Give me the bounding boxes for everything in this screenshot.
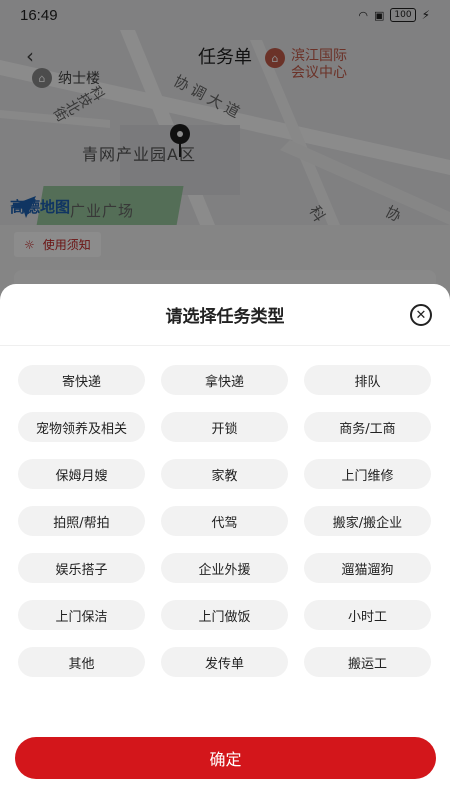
option-7[interactable]: 家教 [161, 459, 288, 489]
option-16[interactable]: 上门做饭 [161, 600, 288, 630]
option-18[interactable]: 其他 [18, 647, 145, 677]
option-15[interactable]: 上门保洁 [18, 600, 145, 630]
option-3[interactable]: 宠物领养及相关 [18, 412, 145, 442]
option-1[interactable]: 拿快递 [161, 365, 288, 395]
option-6[interactable]: 保姆月嫂 [18, 459, 145, 489]
option-5[interactable]: 商务/工商 [304, 412, 431, 442]
confirm-button[interactable]: 确定 [15, 737, 436, 779]
sheet-header: 请选择任务类型 ✕ [0, 284, 450, 346]
task-type-options: 寄快递 拿快递 排队 宠物领养及相关 开锁 商务/工商 保姆月嫂 家教 上门维修… [18, 365, 432, 677]
option-8[interactable]: 上门维修 [304, 459, 431, 489]
option-17[interactable]: 小时工 [304, 600, 431, 630]
option-0[interactable]: 寄快递 [18, 365, 145, 395]
task-type-sheet: 请选择任务类型 ✕ 寄快递 拿快递 排队 宠物领养及相关 开锁 商务/工商 保姆… [0, 284, 450, 800]
sheet-title: 请选择任务类型 [165, 307, 285, 327]
option-12[interactable]: 娱乐搭子 [18, 553, 145, 583]
option-10[interactable]: 代驾 [161, 506, 288, 536]
close-icon[interactable]: ✕ [410, 304, 432, 326]
option-14[interactable]: 遛猫遛狗 [304, 553, 431, 583]
option-11[interactable]: 搬家/搬企业 [304, 506, 431, 536]
option-19[interactable]: 发传单 [161, 647, 288, 677]
option-20[interactable]: 搬运工 [304, 647, 431, 677]
option-2[interactable]: 排队 [304, 365, 431, 395]
option-4[interactable]: 开锁 [161, 412, 288, 442]
option-13[interactable]: 企业外援 [161, 553, 288, 583]
option-9[interactable]: 拍照/帮拍 [18, 506, 145, 536]
